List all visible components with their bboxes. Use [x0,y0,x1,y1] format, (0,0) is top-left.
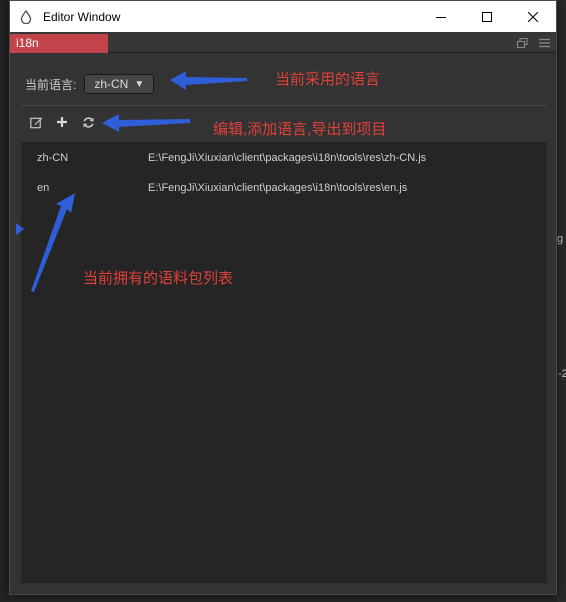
window-title: Editor Window [43,9,121,24]
editor-window: Editor Window i18n 当前语言: zh-CN ▼ zh-CN E… [9,0,557,595]
maximize-icon [482,11,492,22]
tab-tools [516,37,550,49]
minimize-icon [436,16,446,18]
divider [21,105,547,106]
current-language-row: 当前语言: zh-CN ▼ [25,73,155,95]
tab-i18n[interactable]: i18n [10,34,108,53]
window-controls [418,1,556,32]
edit-button[interactable] [29,115,43,129]
background-left-strip [0,0,9,602]
background-right-strip [557,0,566,602]
add-language-button[interactable] [55,115,69,129]
maximize-button[interactable] [464,1,510,32]
language-file-path: E:\FengJi\Xiuxian\client\packages\i18n\t… [148,182,408,194]
language-file-path: E:\FengJi\Xiuxian\client\packages\i18n\t… [148,152,427,164]
list-item[interactable]: zh-CN E:\FengJi\Xiuxian\client\packages\… [21,143,547,173]
background-text-fragment-2: -2 [558,368,566,380]
menu-icon[interactable] [538,37,550,49]
export-refresh-button[interactable] [81,115,95,129]
current-language-label: 当前语言: [25,77,77,92]
language-code: en [37,182,50,194]
language-toolbar [29,115,95,129]
language-select-value: zh-CN [94,77,129,91]
close-icon [528,11,538,22]
close-button[interactable] [510,1,556,32]
tab-bar: i18n [10,32,556,53]
language-code: zh-CN [37,152,69,164]
annotation-current-language: 当前采用的语言 [275,71,381,88]
list-item[interactable]: en E:\FengJi\Xiuxian\client\packages\i18… [21,173,547,203]
refresh-icon [82,116,94,128]
background-text-fragment: g [557,233,564,245]
chevron-down-icon: ▼ [134,78,145,90]
annotation-toolbar-actions: 编辑,添加语言,导出到项目 [213,121,387,138]
annotation-language-list: 当前拥有的语料包列表 [83,270,234,287]
language-list: zh-CN E:\FengJi\Xiuxian\client\packages\… [21,142,547,583]
language-select[interactable]: zh-CN ▼ [84,74,155,94]
plus-icon [57,117,67,127]
edit-icon [29,117,42,128]
minimize-button[interactable] [418,1,464,32]
title-bar[interactable]: Editor Window [10,1,556,32]
popout-icon[interactable] [516,37,528,49]
app-logo-icon [18,9,34,25]
